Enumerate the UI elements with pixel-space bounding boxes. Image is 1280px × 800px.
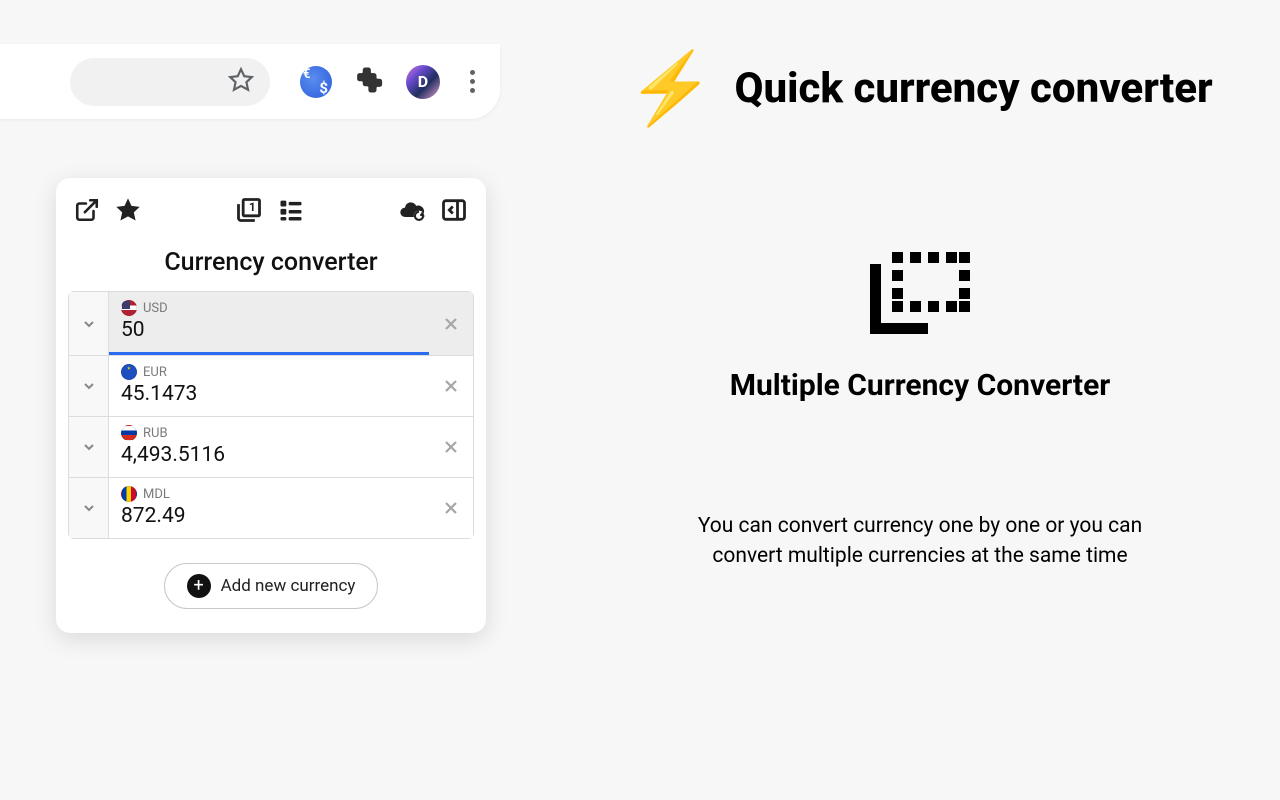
extensions-puzzle-icon[interactable]: [354, 65, 384, 99]
remove-currency-icon[interactable]: [429, 417, 473, 477]
open-external-icon[interactable]: [74, 197, 100, 227]
currency-row: RUB 4,493.5116: [68, 417, 474, 478]
currency-label: MDL: [121, 486, 417, 502]
currency-code: EUR: [143, 365, 167, 380]
currency-label: EUR: [121, 364, 417, 380]
currency-code: MDL: [143, 487, 170, 502]
browser-toolbar: D: [0, 44, 500, 119]
svg-text:1: 1: [249, 200, 256, 214]
currency-input-area[interactable]: RUB 4,493.5116: [109, 417, 429, 477]
extension-currency-icon[interactable]: [300, 66, 332, 98]
currency-row: EUR 45.1473: [68, 356, 474, 417]
browser-menu-icon[interactable]: [462, 68, 482, 96]
feature-title: Multiple Currency Converter: [730, 368, 1111, 403]
expand-chevron-icon[interactable]: [69, 417, 109, 477]
expand-chevron-icon[interactable]: [69, 292, 109, 355]
currency-input-area[interactable]: EUR 45.1473: [109, 356, 429, 416]
remove-currency-icon[interactable]: [429, 356, 473, 416]
lightning-bolt-icon: ⚡: [627, 54, 714, 124]
headline: Quick currency converter: [735, 65, 1213, 112]
currency-label: USD: [121, 300, 417, 316]
currency-row: MDL 872.49: [68, 478, 474, 539]
flag-icon: [121, 425, 137, 441]
currency-value[interactable]: 4,493.5116: [121, 443, 417, 467]
expand-chevron-icon[interactable]: [69, 356, 109, 416]
flag-icon: [121, 486, 137, 502]
marketing-panel: ⚡ Quick currency converter: [600, 54, 1240, 572]
popup-title: Currency converter: [68, 248, 474, 277]
remove-currency-icon[interactable]: [429, 292, 473, 355]
add-currency-label: Add new currency: [221, 576, 356, 596]
currency-list: USD 50 EUR 45.1473 RUB 4,493.5116 MDL 872.49: [68, 291, 474, 539]
feature-description: You can convert currency one by one or y…: [670, 511, 1170, 572]
bookmark-star-icon[interactable]: [228, 67, 254, 97]
remove-currency-icon[interactable]: [429, 478, 473, 538]
currency-value[interactable]: 45.1473: [121, 382, 417, 406]
omnibox[interactable]: [70, 58, 270, 106]
currency-code: USD: [143, 301, 168, 316]
currency-input-area[interactable]: MDL 872.49: [109, 478, 429, 538]
currency-value[interactable]: 872.49: [121, 504, 417, 528]
profile-avatar[interactable]: D: [406, 65, 440, 99]
extension-popup: 1 Currency converter USD 50 EUR 45.1473 RUB 4…: [56, 178, 486, 633]
multi-select-dashed-icon: [870, 252, 970, 338]
currency-input-area[interactable]: USD 50: [109, 292, 429, 355]
flag-icon: [121, 300, 137, 316]
flag-icon: [121, 364, 137, 380]
add-currency-button[interactable]: + Add new currency: [164, 563, 379, 609]
collapse-panel-icon[interactable]: [440, 196, 468, 228]
avatar-letter: D: [418, 72, 428, 91]
currency-label: RUB: [121, 425, 417, 441]
favorite-star-icon[interactable]: [114, 196, 142, 228]
currency-code: RUB: [143, 426, 168, 441]
cloud-sync-icon[interactable]: [398, 196, 426, 228]
currency-value[interactable]: 50: [121, 318, 417, 342]
list-view-icon[interactable]: [277, 196, 305, 228]
single-view-icon[interactable]: 1: [235, 196, 263, 228]
popup-toolbar: 1: [68, 196, 474, 230]
currency-row: USD 50: [68, 291, 474, 356]
expand-chevron-icon[interactable]: [69, 478, 109, 538]
plus-icon: +: [187, 574, 211, 598]
